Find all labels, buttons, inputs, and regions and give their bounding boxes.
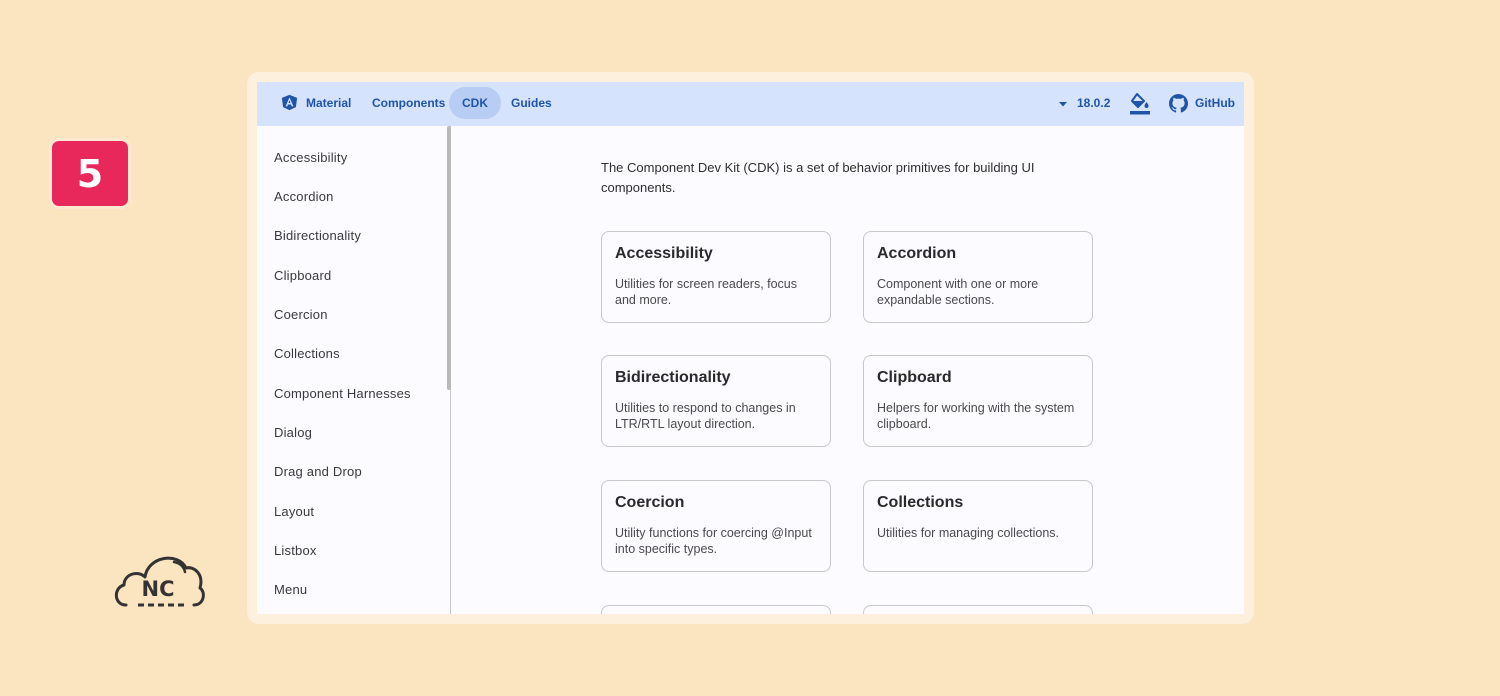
sidebar-item-listbox[interactable]: Listbox — [274, 540, 317, 562]
github-link[interactable]: GitHub — [1163, 87, 1241, 119]
card-title: Bidirectionality — [615, 369, 731, 386]
browser-window: Material Components CDK Guides 18.0.2 Gi… — [257, 82, 1244, 614]
card-description: Utilities for screen readers, focus and … — [615, 277, 798, 307]
card-description: Helpers for working with the system clip… — [877, 401, 1075, 431]
sidebar-item-coercion[interactable]: Coercion — [274, 304, 328, 326]
card-title: Accordion — [877, 245, 957, 262]
sidebar-item-drag-and-drop[interactable]: Drag and Drop — [274, 461, 362, 483]
nav-components[interactable]: Components — [362, 87, 455, 119]
sidebar-item-layout[interactable]: Layout — [274, 501, 314, 523]
sidebar-scrollbar[interactable] — [447, 126, 451, 390]
github-icon — [1169, 94, 1188, 113]
card-title: Clipboard — [877, 369, 952, 386]
svg-text:NC: NC — [142, 577, 175, 601]
sidebar-item-clipboard[interactable]: Clipboard — [274, 265, 331, 287]
sidebar-item-dialog[interactable]: Dialog — [274, 422, 312, 444]
version-selector[interactable]: 18.0.2 — [1054, 87, 1118, 119]
sidebar-item-accessibility[interactable]: Accessibility — [274, 147, 347, 169]
sidebar-item-bidirectionality[interactable]: Bidirectionality — [274, 225, 361, 247]
card-clipboard[interactable]: Clipboard Helpers for working with the s… — [863, 355, 1093, 447]
card-description: Utilities to respond to changes in LTR/R… — [615, 401, 796, 431]
card-title: Accessibility — [615, 245, 713, 262]
nav-cdk-label: CDK — [462, 96, 488, 110]
nav-guides[interactable]: Guides — [501, 87, 562, 119]
top-navbar: Material Components CDK Guides 18.0.2 Gi… — [257, 82, 1244, 126]
github-label: GitHub — [1195, 96, 1235, 110]
step-number-badge: 5 — [49, 138, 131, 209]
card-coercion[interactable]: Coercion Utility functions for coercing … — [601, 480, 831, 572]
theme-picker-button[interactable] — [1127, 87, 1153, 119]
nc-cloud-logo: NC — [112, 550, 206, 610]
sidebar-item-accordion[interactable]: Accordion — [274, 186, 334, 208]
nav-material[interactable]: Material — [273, 87, 359, 119]
card-accessibility[interactable]: Accessibility Utilities for screen reade… — [601, 231, 831, 323]
card-accordion[interactable]: Accordion Component with one or more exp… — [863, 231, 1093, 323]
sidebar-item-menu[interactable]: Menu — [274, 579, 307, 601]
card-partial-left[interactable] — [601, 605, 831, 614]
card-title: Collections — [877, 494, 964, 511]
card-description: Utility functions for coercing @Input in… — [615, 526, 812, 556]
page-intro: The Component Dev Kit (CDK) is a set of … — [601, 160, 1035, 195]
card-description: Utilities for managing collections. — [877, 526, 1060, 540]
nav-material-label: Material — [306, 96, 352, 110]
format-color-fill-icon — [1130, 93, 1150, 115]
nav-guides-label: Guides — [511, 96, 552, 110]
card-collections[interactable]: Collections Utilities for managing colle… — [863, 480, 1093, 572]
card-partial-right[interactable] — [863, 605, 1093, 614]
card-bidirectionality[interactable]: Bidirectionality Utilities to respond to… — [601, 355, 831, 447]
card-description: Component with one or more expandable se… — [877, 277, 1039, 307]
sidebar-item-collections[interactable]: Collections — [274, 343, 340, 365]
version-label: 18.0.2 — [1077, 96, 1111, 110]
nav-cdk[interactable]: CDK — [449, 87, 501, 119]
caret-down-icon — [1059, 102, 1067, 107]
angular-logo-icon — [281, 94, 298, 111]
nav-components-label: Components — [372, 96, 446, 110]
sidebar-item-component-harnesses[interactable]: Component Harnesses — [274, 383, 411, 405]
sidebar-nav: Accessibility Accordion Bidirectionality… — [257, 126, 451, 614]
card-title: Coercion — [615, 494, 685, 511]
